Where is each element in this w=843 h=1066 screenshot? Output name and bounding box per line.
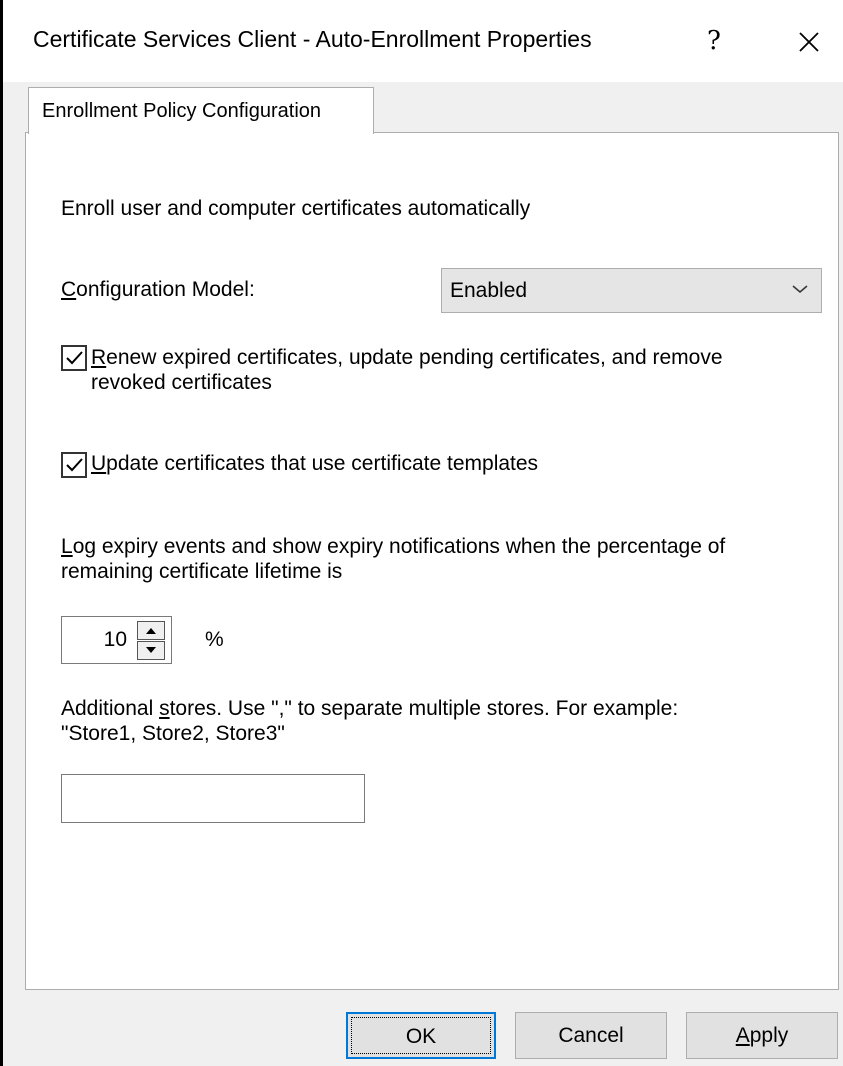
cancel-button-label: Cancel [558, 1024, 624, 1047]
tab-enrollment-policy-configuration[interactable]: Enrollment Policy Configuration [28, 87, 374, 134]
configuration-model-dropdown[interactable]: Enabled [441, 268, 822, 313]
additional-stores-input[interactable] [61, 774, 365, 823]
focus-rectangle [351, 1017, 491, 1054]
arrow-up-icon [146, 628, 156, 634]
decrement-button[interactable] [137, 641, 165, 660]
arrow-down-icon [146, 647, 156, 653]
help-icon: ? [707, 26, 721, 56]
renew-expired-checkbox[interactable] [61, 345, 87, 371]
help-button[interactable]: ? [689, 18, 739, 64]
apply-button[interactable]: Apply [686, 1012, 838, 1059]
title-bar[interactable]: Certificate Services Client - Auto-Enrol… [3, 0, 843, 82]
window-border [0, 0, 3, 1066]
configuration-model-value: Enabled [450, 279, 528, 302]
close-button[interactable] [777, 18, 841, 64]
window-title: Certificate Services Client - Auto-Enrol… [33, 26, 592, 52]
expiry-percentage-value[interactable]: 10 [104, 628, 127, 652]
update-templates-label[interactable]: Update certificates that use certificate… [91, 452, 538, 476]
additional-stores-label: Additional stores. Use "," to separate m… [61, 697, 679, 745]
tab-label: Enrollment Policy Configuration [42, 100, 322, 122]
percent-unit-label: % [205, 628, 224, 651]
ok-button[interactable]: OK [346, 1012, 496, 1059]
properties-dialog: Certificate Services Client - Auto-Enrol… [0, 0, 843, 1066]
chevron-down-icon [791, 280, 809, 298]
renew-expired-label[interactable]: Renew expired certificates, update pendi… [91, 345, 723, 395]
configuration-model-label: Configuration Model: [61, 278, 255, 301]
checkmark-icon [66, 351, 83, 365]
update-templates-checkbox[interactable] [61, 452, 87, 478]
expiry-percentage-stepper[interactable]: 10 [61, 616, 172, 664]
increment-button[interactable] [137, 621, 165, 640]
close-icon [798, 24, 820, 57]
apply-button-label: Apply [735, 1024, 789, 1047]
panel-heading: Enroll user and computer certificates au… [61, 197, 531, 220]
checkmark-icon [66, 458, 83, 472]
cancel-button[interactable]: Cancel [515, 1012, 667, 1059]
expiry-notification-label: Log expiry events and show expiry notifi… [61, 535, 726, 583]
